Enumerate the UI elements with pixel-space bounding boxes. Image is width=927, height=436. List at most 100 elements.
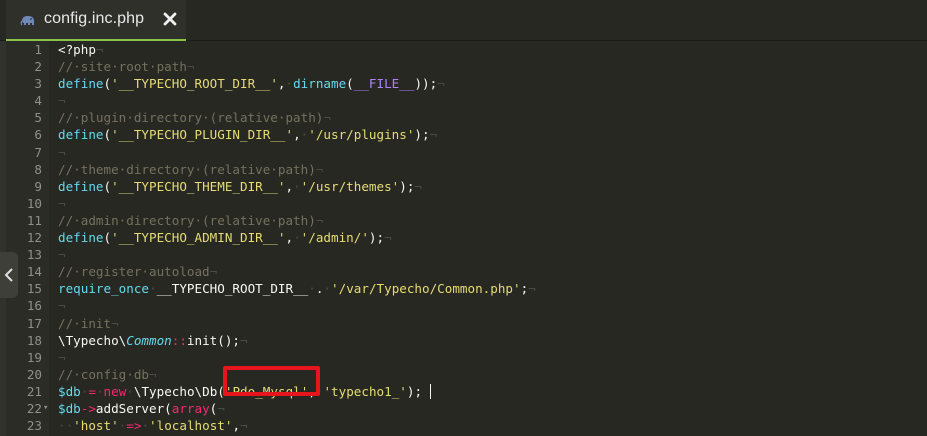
code-token: Common (126, 332, 172, 348)
line-number: 4 (34, 93, 42, 109)
code-token: __TYPECHO_ROOT_DIR__ (156, 281, 309, 297)
code-token: define (58, 178, 104, 194)
code-line[interactable]: 13 ¬ (0, 246, 927, 263)
code-token: //·plugin·directory·(relative·path) (58, 110, 324, 126)
code-token: ¬ (58, 298, 66, 314)
code-token: )); (414, 76, 438, 92)
fold-arrow-icon[interactable]: ▾ (43, 400, 48, 417)
code-line[interactable]: 9 define('__TYPECHO_THEME_DIR__',·'/usr/t… (0, 178, 927, 195)
code-line[interactable]: 10 ¬ (0, 195, 927, 212)
code-token: //·site·root·path (58, 59, 187, 75)
code-line[interactable]: 5 //·plugin·directory·(relative·path)¬ (0, 109, 927, 126)
code-text: ¬ (58, 349, 66, 366)
sidebar-collapse-button[interactable] (0, 252, 18, 298)
code-line[interactable]: 21 $db·=·new·\Typecho\Db('Pdo_Mysql',·'ty… (0, 383, 927, 400)
code-token: ¬ (58, 93, 66, 109)
code-token: ¬ (323, 110, 331, 126)
line-number: 16 (26, 298, 42, 314)
code-token: ¬ (217, 400, 225, 416)
code-token: //·admin·directory·(relative·path) (58, 212, 316, 228)
code-token: //·register·autoload (58, 264, 210, 280)
code-line[interactable]: 8 //·theme·directory·(relative·path)¬ (0, 161, 927, 178)
code-text: define('__TYPECHO_ADMIN_DIR__',·'/admin/… (58, 229, 392, 246)
code-line[interactable]: 3 define('__TYPECHO_ROOT_DIR__',·dirname(… (0, 75, 927, 92)
code-text: define('__TYPECHO_THEME_DIR__',·'/usr/th… (58, 178, 422, 195)
close-icon[interactable] (162, 10, 178, 28)
tab-config-inc-php[interactable]: config.inc.php (6, 0, 186, 41)
code-token: ¬ (186, 59, 195, 75)
code-text: //·config·db¬ (58, 366, 157, 383)
code-token: , (293, 127, 301, 143)
line-number: 17 (26, 315, 42, 331)
code-token: ¬ (58, 144, 66, 160)
code-token: · (293, 230, 301, 246)
code-token: ( (103, 127, 112, 143)
code-token: \Typecho\ (58, 332, 127, 348)
code-token: , (285, 230, 294, 246)
line-number: 22 (26, 400, 42, 416)
line-number: 21 (26, 383, 42, 399)
code-line[interactable]: 11 //·admin·directory·(relative·path)¬ (0, 212, 927, 229)
line-number: 18 (26, 332, 42, 348)
code-editor[interactable]: 1 <?php¬ 2//·site·root·path¬ 3 define('__TYP… (0, 41, 927, 436)
code-token: ¬ (315, 161, 324, 177)
code-token: ); (414, 127, 430, 143)
code-text: //·admin·directory·(relative·path)¬ (58, 212, 323, 229)
code-token: , (277, 76, 286, 92)
line-number: 1 (34, 42, 42, 57)
code-text: $db·=·new·\Typecho\Db('Pdo_Mysql',·'type… (58, 383, 422, 400)
code-line[interactable]: 23 ··'host'·=>·'localhost',¬ (0, 417, 927, 434)
code-token: define (58, 76, 104, 92)
code-line[interactable]: 15 require_once·__TYPECHO_ROOT_DIR__·.·'/… (0, 280, 927, 297)
code-line[interactable]: 6 define('__TYPECHO_PLUGIN_DIR__',·'/usr/… (0, 126, 927, 143)
php-elephant-icon (20, 13, 36, 27)
line-number: 7 (34, 144, 42, 160)
code-text: define('__TYPECHO_PLUGIN_DIR__',·'/usr/p… (58, 126, 437, 143)
code-token: //·theme·directory·(relative·path) (58, 161, 316, 177)
code-line[interactable]: 22 ▾ $db->addServer(array(¬ (0, 400, 927, 417)
code-token: -> (80, 400, 96, 416)
code-token: ( (103, 76, 112, 92)
code-token: '/usr/plugins' (308, 127, 415, 143)
code-token: require_once (58, 281, 149, 297)
code-line[interactable]: 18 \Typecho\Common::init();¬ (0, 332, 927, 349)
code-text: ¬ (58, 92, 66, 109)
code-token: $db (58, 400, 81, 416)
code-line[interactable]: 4 ¬ (0, 92, 927, 109)
code-line[interactable]: 1 <?php¬ (0, 41, 927, 58)
code-token: define (58, 230, 104, 246)
code-line[interactable]: 19 ¬ (0, 349, 927, 366)
code-token: '__TYPECHO_ADMIN_DIR__' (111, 230, 286, 246)
code-text: //·init¬ (58, 315, 119, 332)
code-lines: 1 <?php¬ 2//·site·root·path¬ 3 define('__TYP… (0, 41, 927, 436)
line-number: 3 (34, 76, 42, 92)
code-line[interactable]: 2 //·site·root·path¬ (0, 58, 927, 75)
code-token: 'Pdo_Mysql' (224, 383, 309, 399)
code-token: '/var/Typecho/Common.php' (331, 281, 521, 297)
code-token: '__TYPECHO_ROOT_DIR__' (111, 76, 278, 92)
text-cursor (430, 383, 431, 399)
code-token: => (126, 418, 142, 434)
code-token: 'host' (73, 418, 119, 434)
code-text: //·site·root·path¬ (58, 58, 195, 75)
code-line[interactable]: 17 //·init¬ (0, 315, 927, 332)
code-token: '/admin/' (300, 230, 369, 246)
line-number: 10 (26, 195, 42, 211)
code-line[interactable]: 7 ¬ (0, 144, 927, 161)
code-token: define (58, 127, 104, 143)
code-token: ·· (58, 418, 74, 434)
code-text: <?php¬ (58, 41, 104, 58)
code-line[interactable]: 12 define('__TYPECHO_ADMIN_DIR__',·'/admi… (0, 229, 927, 246)
code-text: ¬ (58, 195, 66, 212)
code-token: , (232, 418, 241, 434)
code-token: '__TYPECHO_PLUGIN_DIR__' (111, 127, 294, 143)
code-line[interactable]: 14//·register·autoload¬ (0, 263, 927, 280)
code-token: ¬ (384, 230, 392, 246)
code-token: ¬ (429, 127, 438, 143)
code-text: define('__TYPECHO_ROOT_DIR__',·dirname(_… (58, 75, 445, 92)
code-token: $db (58, 383, 81, 399)
code-line[interactable]: 16 ¬ (0, 297, 927, 314)
code-token: //·config·db (58, 366, 149, 382)
code-token: ¬ (58, 247, 66, 263)
code-line[interactable]: 20 //·config·db¬ (0, 366, 927, 383)
